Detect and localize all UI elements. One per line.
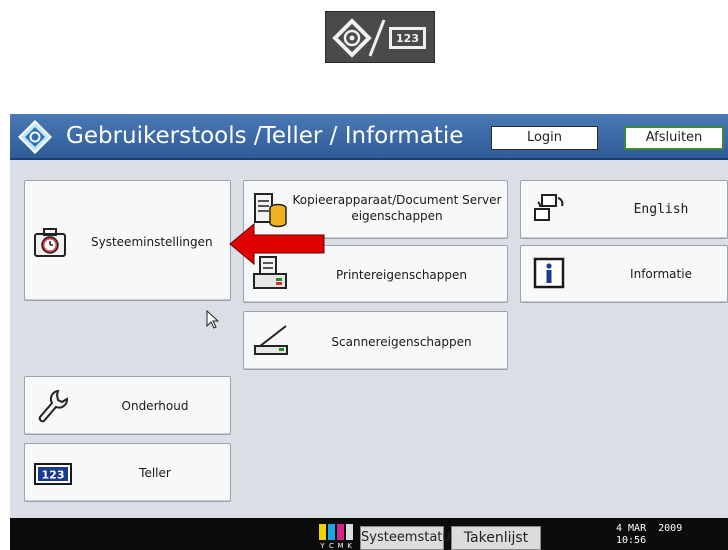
svg-text:123: 123 (396, 32, 419, 45)
maintenance-label: Onderhoud (121, 399, 189, 413)
counter-label: Teller (139, 466, 171, 480)
maintenance-button[interactable]: Onderhoud (24, 376, 231, 435)
wrench-icon (36, 388, 70, 429)
user-tools-icon (18, 120, 52, 154)
english-label: English (633, 202, 689, 217)
svg-text:123: 123 (42, 469, 65, 482)
copier-properties-label: Kopieerapparaat/Document Server eigensch… (292, 193, 502, 223)
login-button[interactable]: Login (491, 126, 598, 150)
svg-text:C: C (329, 542, 334, 550)
exit-button[interactable]: Afsluiten (624, 126, 724, 150)
scanner-properties-label: Scannereigenschappen (331, 335, 472, 349)
red-arrow-annotation-icon (228, 221, 328, 272)
scanner-properties-button[interactable]: Scannereigenschappen (243, 311, 508, 370)
information-label: Informatie (630, 267, 692, 281)
printer-properties-label: Printereigenschappen (335, 268, 467, 282)
toner-level-icon: Y C M K (317, 522, 357, 550)
english-button[interactable]: English (520, 180, 728, 239)
title-bar: Gebruikerstools /Teller / Informatie Log… (10, 114, 728, 160)
svg-text:Y: Y (319, 542, 325, 550)
system-status-button[interactable]: Systeemstatus (360, 526, 457, 550)
date-time-display: 4 MAR 2009 10:56 (616, 523, 682, 547)
mouse-pointer-icon (206, 309, 220, 335)
operation-panel-screen: Gebruikerstools /Teller / Informatie Log… (10, 114, 728, 550)
job-list-button[interactable]: Takenlijst (451, 526, 541, 550)
svg-text:K: K (347, 542, 352, 550)
counter-button[interactable]: 123 Teller (24, 443, 231, 502)
system-settings-label: Systeeminstellingen (91, 235, 213, 249)
scanner-icon (252, 322, 290, 363)
date-text: 4 MAR 2009 (616, 523, 683, 534)
status-bar: Y C M K Systeemstatus Takenlijst 4 MAR 2… (10, 518, 728, 550)
counter-icon: 123 (34, 463, 72, 490)
system-settings-button[interactable]: Systeeminstellingen (24, 180, 231, 301)
svg-text:M: M (337, 542, 343, 550)
alarm-clock-case-icon (33, 228, 67, 263)
language-switch-icon (532, 192, 566, 231)
info-icon (532, 256, 566, 295)
time-text: 10:56 (616, 535, 647, 546)
user-tools-counter-key-icon: 123 (325, 11, 435, 63)
information-button[interactable]: Informatie (520, 245, 728, 303)
page-title: Gebruikerstools /Teller / Informatie (66, 123, 464, 149)
